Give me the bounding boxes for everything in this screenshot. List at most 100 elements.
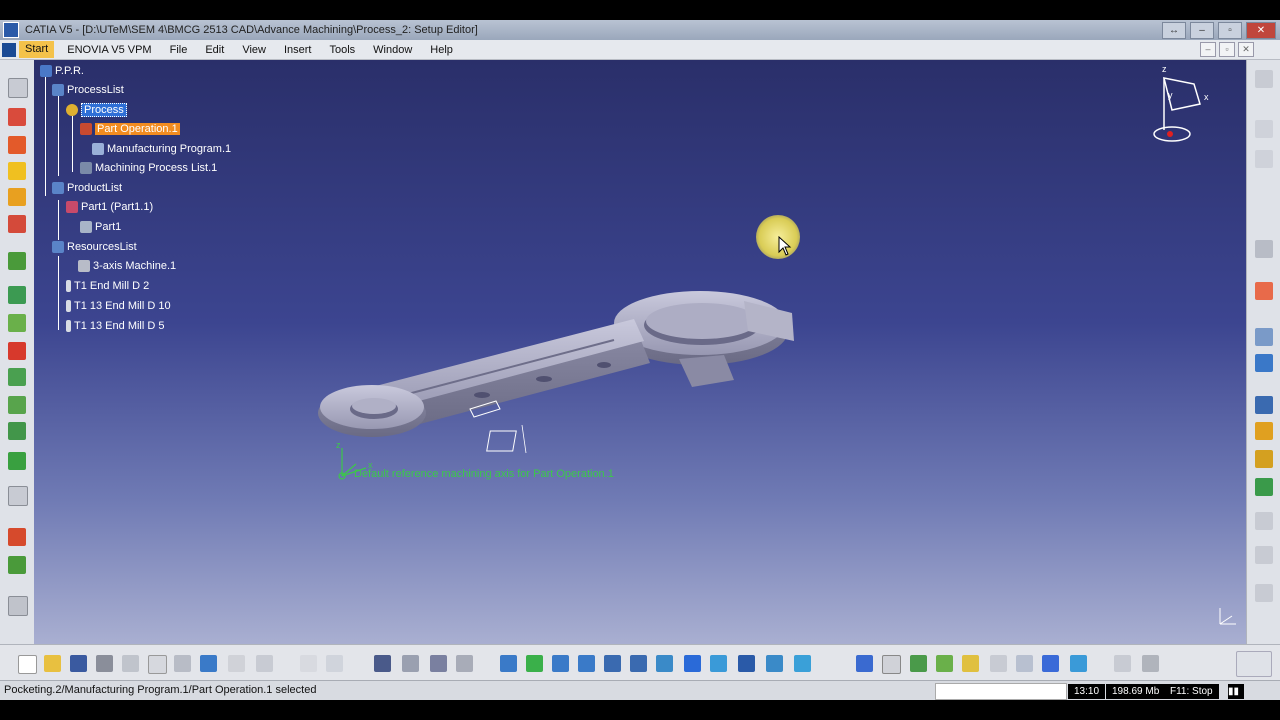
undo-icon[interactable] [200, 655, 217, 672]
output-icon[interactable] [1255, 328, 1273, 346]
catia-logo-icon[interactable] [2, 42, 16, 57]
tools-palette-icon[interactable] [402, 655, 419, 672]
material-icon[interactable] [856, 655, 873, 672]
profile-contouring-icon[interactable] [8, 252, 26, 270]
zoom-out-icon[interactable] [630, 655, 647, 672]
report-icon[interactable] [1016, 655, 1033, 672]
facing-icon[interactable] [8, 215, 26, 233]
isoparametric-icon[interactable] [8, 396, 26, 414]
menu-insert[interactable]: Insert [275, 44, 321, 56]
cursor-tool-icon[interactable] [1255, 282, 1273, 300]
pan-icon[interactable] [552, 655, 569, 672]
cube-icon[interactable] [1255, 478, 1273, 496]
open-icon[interactable] [44, 655, 61, 672]
toolbar-grip-icon[interactable] [1255, 70, 1273, 88]
catalog-icon[interactable] [430, 655, 447, 672]
arrows-icon[interactable] [1114, 655, 1131, 672]
nc-code-icon[interactable] [1255, 354, 1273, 372]
zlevel-icon[interactable] [8, 368, 26, 386]
save-icon[interactable] [70, 655, 87, 672]
restore-arrows-icon[interactable]: ↔ [1162, 22, 1186, 39]
normal-view-icon[interactable] [656, 655, 673, 672]
rotate-icon[interactable] [578, 655, 595, 672]
shading-icon[interactable] [738, 655, 755, 672]
pocketing-icon[interactable] [8, 188, 26, 206]
part-operation-icon[interactable] [8, 108, 26, 126]
sweeping-icon[interactable] [8, 314, 26, 332]
stock-icon[interactable] [1070, 655, 1087, 672]
formula-icon[interactable] [300, 655, 317, 672]
print-icon[interactable] [96, 655, 113, 672]
menu-start[interactable]: Start [19, 41, 55, 58]
measure-icon[interactable] [8, 596, 28, 616]
swap-space-icon[interactable] [794, 655, 811, 672]
fly-mode-icon[interactable] [500, 655, 517, 672]
machine-icon[interactable] [1042, 655, 1059, 672]
doc-minimize-button[interactable]: – [1200, 42, 1216, 57]
machine-editor-icon[interactable] [8, 78, 28, 98]
simulation-icon[interactable] [1255, 150, 1273, 168]
tree-node-tool3[interactable]: T1 13 End Mill D 5 [66, 320, 164, 332]
transform-icon[interactable] [1255, 512, 1273, 530]
comment-icon[interactable] [326, 655, 343, 672]
tree-node-resources-list[interactable]: ResourcesList [52, 241, 137, 253]
menu-file[interactable]: File [161, 44, 197, 56]
contour-driven-icon[interactable] [8, 422, 26, 440]
doc-close-button[interactable]: ✕ [1238, 42, 1254, 57]
lock-icon[interactable] [1142, 655, 1159, 672]
tool-change-icon[interactable] [8, 452, 26, 470]
drilling-icon[interactable] [8, 286, 26, 304]
whats-this-icon[interactable] [256, 655, 273, 672]
machining-process-icon[interactable] [8, 162, 26, 180]
tree-node-process[interactable]: Process [66, 103, 127, 117]
new-icon[interactable] [18, 655, 37, 674]
connecting-rod-model[interactable] [304, 285, 804, 455]
analysis-icon[interactable] [1255, 450, 1273, 468]
menu-edit[interactable]: Edit [196, 44, 233, 56]
zoom-in-icon[interactable] [604, 655, 621, 672]
stock-icon[interactable] [1255, 396, 1273, 414]
video-icon[interactable] [1255, 422, 1273, 440]
menu-window[interactable]: Window [364, 44, 421, 56]
close-button[interactable]: ✕ [1246, 22, 1276, 39]
check-icon[interactable] [456, 655, 473, 672]
tree-node-ppr[interactable]: P.P.R. [40, 65, 84, 77]
copy-icon[interactable] [148, 655, 167, 674]
pp-instruction-icon[interactable] [8, 528, 26, 546]
redo-icon[interactable] [228, 655, 245, 672]
minimize-button[interactable]: – [1190, 22, 1214, 39]
fit-all-icon[interactable] [526, 655, 543, 672]
compass-tool-icon[interactable] [1255, 546, 1273, 564]
grid-icon[interactable] [882, 655, 901, 674]
nc-output-icon[interactable] [990, 655, 1007, 672]
tree-node-part-operation[interactable]: Part Operation.1 [80, 123, 180, 135]
chain-icon[interactable] [1255, 584, 1273, 602]
command-input[interactable] [935, 683, 1067, 700]
generate-nc-icon[interactable] [962, 655, 979, 672]
machine-rotation-icon[interactable] [8, 486, 28, 506]
cut-icon[interactable] [122, 655, 139, 672]
tree-node-product-list[interactable]: ProductList [52, 182, 122, 194]
tree-node-tool1[interactable]: T1 End Mill D 2 [66, 280, 149, 292]
table-icon[interactable] [374, 655, 391, 672]
copy-transform-icon[interactable] [8, 556, 26, 574]
manufacturing-program-icon[interactable] [8, 136, 26, 154]
tree-node-manufacturing-program[interactable]: Manufacturing Program.1 [92, 143, 231, 155]
tree-node-machining-process-list[interactable]: Machining Process List.1 [80, 162, 217, 174]
geometry-icon[interactable] [1255, 240, 1273, 258]
iso-view-icon[interactable] [710, 655, 727, 672]
maximize-button[interactable]: ▫ [1218, 22, 1242, 39]
tree-node-machine[interactable]: 3-axis Machine.1 [78, 260, 176, 272]
pause-icon[interactable]: ▮▮ [1228, 684, 1244, 699]
3d-viewport[interactable]: P.P.R. ProcessList Process Part Operatio… [34, 60, 1246, 644]
tree-node-tool2[interactable]: T1 13 End Mill D 10 [66, 300, 171, 312]
multi-view-icon[interactable] [684, 655, 701, 672]
menu-enovia[interactable]: ENOVIA V5 VPM [58, 44, 160, 56]
tool-path-replay-icon[interactable] [910, 655, 927, 672]
menu-tools[interactable]: Tools [320, 44, 364, 56]
tree-node-process-list[interactable]: ProcessList [52, 84, 124, 96]
hide-show-icon[interactable] [766, 655, 783, 672]
tree-node-part1-instance[interactable]: Part1 (Part1.1) [66, 201, 153, 213]
menu-view[interactable]: View [233, 44, 275, 56]
compass-icon[interactable]: z x y [1144, 64, 1214, 150]
